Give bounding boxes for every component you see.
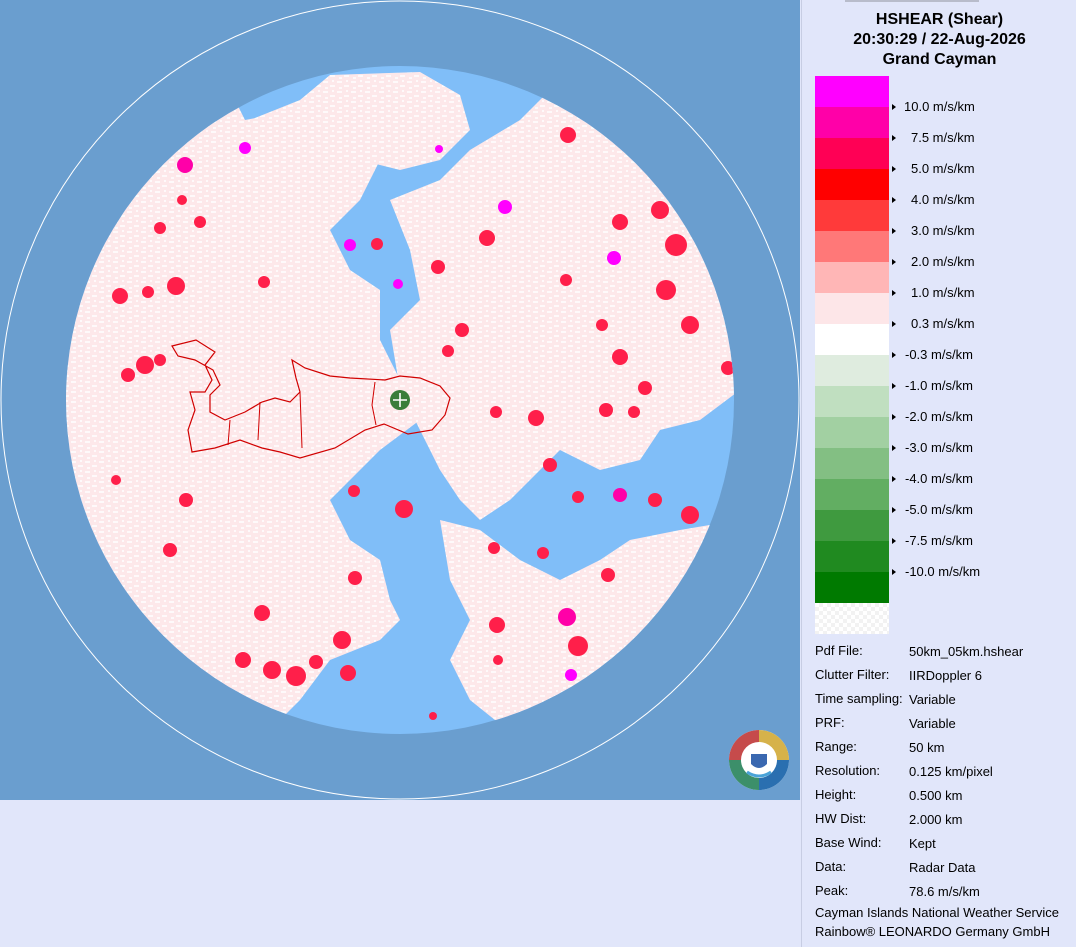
scale-swatch: [815, 510, 889, 541]
product-timestamp: 20:30:29 / 22-Aug-2026: [853, 31, 1026, 48]
scale-label: 7.5 m/s/km: [911, 130, 975, 145]
scale-swatch: [815, 572, 889, 603]
scale-tick: [892, 569, 896, 575]
scale-tick: [892, 166, 896, 172]
scale-swatch: [815, 417, 889, 448]
info-key: Peak:: [815, 883, 849, 898]
info-value: 50km_05km.hshear: [909, 644, 1024, 659]
scale-swatch: [815, 200, 889, 231]
footer-agency: Cayman Islands National Weather Service: [815, 905, 1059, 920]
scale-label: -2.0 m/s/km: [905, 409, 973, 424]
scale-label: 0.3 m/s/km: [911, 316, 975, 331]
scale-label: 3.0 m/s/km: [911, 223, 975, 238]
info-key: Pdf File:: [815, 643, 863, 658]
scale-label: -0.3 m/s/km: [905, 347, 973, 362]
footer-vendor: Rainbow® LEONARDO Germany GmbH: [815, 924, 1050, 939]
info-value: Variable: [909, 716, 956, 731]
scale-tick: [892, 383, 896, 389]
info-key: Resolution:: [815, 763, 881, 778]
scale-swatch: [815, 138, 889, 169]
panel-top-bar: [845, 0, 979, 2]
info-key: Base Wind:: [815, 835, 882, 850]
scale-label: 2.0 m/s/km: [911, 254, 975, 269]
radar-map-svg: [0, 0, 800, 800]
scale-tick: [892, 290, 896, 296]
info-key: Clutter Filter:: [815, 667, 890, 682]
cayman-weather-service-logo: [727, 728, 791, 792]
info-key: Range:: [815, 739, 857, 754]
info-value: 0.500 km: [909, 788, 963, 803]
info-value: 2.000 km: [909, 812, 963, 827]
scale-swatch: [815, 262, 889, 293]
info-value: IIRDoppler 6: [909, 668, 982, 683]
info-key: PRF:: [815, 715, 845, 730]
scale-tick: [892, 104, 896, 110]
info-value: 0.125 km/pixel: [909, 764, 993, 779]
info-value: 50 km: [909, 740, 945, 755]
scale-label: 4.0 m/s/km: [911, 192, 975, 207]
radar-map[interactable]: [0, 0, 800, 800]
scale-swatch: [815, 541, 889, 572]
scale-swatch: [815, 324, 889, 355]
scale-tick: [892, 228, 896, 234]
scale-tick: [892, 259, 896, 265]
scale-tick: [892, 321, 896, 327]
scale-tick: [892, 538, 896, 544]
scale-tick: [892, 414, 896, 420]
nodata-swatch: [815, 603, 889, 634]
scale-tick: [892, 445, 896, 451]
scale-swatch: [815, 448, 889, 479]
scale-swatch: [815, 231, 889, 262]
info-value: Variable: [909, 692, 956, 707]
scale-swatch: [815, 479, 889, 510]
scale-label: -5.0 m/s/km: [905, 502, 973, 517]
scale-tick: [892, 197, 896, 203]
scale-swatch: [815, 355, 889, 386]
scale-label: -1.0 m/s/km: [905, 378, 973, 393]
radar-site-marker[interactable]: [390, 390, 410, 410]
scale-label: 1.0 m/s/km: [911, 285, 975, 300]
radar-site-name: Grand Cayman: [882, 51, 997, 68]
product-title: HSHEAR (Shear): [875, 11, 1004, 28]
scale-swatch: [815, 76, 889, 107]
scale-swatch: [815, 386, 889, 417]
scale-tick: [892, 476, 896, 482]
info-key: Height:: [815, 787, 857, 802]
scale-label: -10.0 m/s/km: [905, 564, 981, 579]
scale-tick: [892, 507, 896, 513]
info-key: HW Dist:: [815, 811, 867, 826]
scale-tick: [892, 135, 896, 141]
scale-swatch: [815, 107, 889, 138]
scale-label: -4.0 m/s/km: [905, 471, 973, 486]
info-value: 78.6 m/s/km: [909, 884, 980, 899]
map-footer-area: [0, 800, 800, 947]
scale-label: 10.0 m/s/km: [904, 99, 975, 114]
info-key: Data:: [815, 859, 847, 874]
info-value: Kept: [909, 836, 936, 851]
scale-label: -7.5 m/s/km: [905, 533, 973, 548]
scale-tick: [892, 352, 896, 358]
scale-swatch: [815, 293, 889, 324]
legend-panel: HSHEAR (Shear) 20:30:29 / 22-Aug-2026 Gr…: [801, 0, 1076, 947]
scale-label: -3.0 m/s/km: [905, 440, 973, 455]
info-key: Time sampling:: [815, 691, 903, 706]
info-value: Radar Data: [909, 860, 976, 875]
scale-label: 5.0 m/s/km: [911, 161, 975, 176]
shear-area-west: [66, 80, 420, 734]
scale-swatch: [815, 169, 889, 200]
shear-area-northwest: [250, 72, 470, 170]
